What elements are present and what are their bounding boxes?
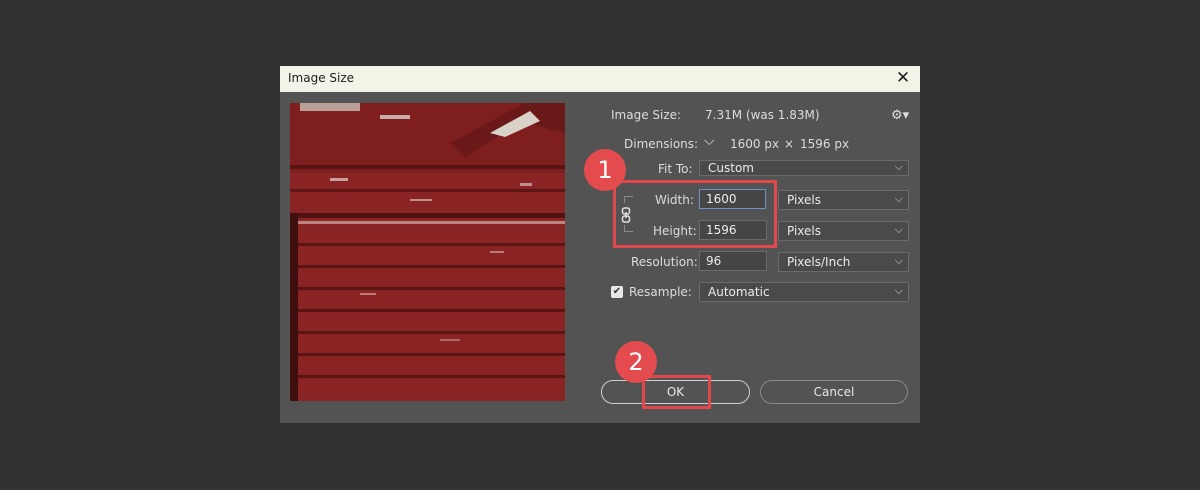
resolution-unit-select[interactable]: Pixels/Inch ⌵ [778, 252, 909, 272]
width-unit-select[interactable]: Pixels ⌵ [778, 190, 909, 210]
resolution-label: Resolution: [631, 255, 698, 269]
checkmark-icon: ✔ [612, 286, 622, 297]
image-preview[interactable] [290, 103, 565, 401]
callout-box-width-height [613, 180, 777, 248]
cancel-button[interactable]: Cancel [760, 380, 908, 404]
image-size-label: Image Size: [611, 108, 682, 122]
callout-box-ok [642, 375, 711, 409]
close-icon[interactable]: ✕ [892, 67, 914, 89]
resolution-input-value: 96 [706, 254, 722, 268]
height-unit-select[interactable]: Pixels ⌵ [778, 221, 909, 241]
resample-select[interactable]: Automatic ⌵ [699, 282, 909, 302]
chevron-down-icon: ⌵ [894, 254, 903, 267]
dialog-titlebar: Image Size ✕ [280, 66, 920, 92]
chevron-down-icon: ⌵ [894, 192, 903, 205]
callout-badge-2-number: 2 [628, 348, 644, 376]
chevron-down-icon: ⌵ [894, 284, 903, 297]
callout-badge-1-number: 1 [597, 156, 613, 184]
dimensions-chevron-icon[interactable]: ⌵ [704, 133, 715, 149]
resample-checkbox[interactable]: ✔ [611, 286, 623, 298]
fit-to-select[interactable]: Custom ⌵ [699, 160, 909, 176]
callout-badge-2: 2 [615, 341, 657, 383]
resample-value: Automatic [708, 285, 770, 299]
resolution-input[interactable]: 96 [699, 251, 767, 271]
height-unit-value: Pixels [787, 224, 822, 238]
dialog-title: Image Size [288, 71, 355, 85]
barn-wood-preview-image [290, 103, 565, 401]
dimensions-label: Dimensions: [624, 137, 699, 151]
fit-to-label: Fit To: [658, 162, 693, 176]
width-unit-value: Pixels [787, 193, 822, 207]
chevron-down-icon: ⌵ [894, 223, 903, 236]
cancel-button-label: Cancel [813, 385, 855, 399]
image-size-value: 7.31M (was 1.83M) [705, 108, 820, 122]
fit-to-value: Custom [708, 161, 754, 175]
dimensions-times: × [784, 137, 795, 151]
chevron-down-icon: ⌵ [894, 160, 903, 173]
dimensions-height-value: 1596 px [800, 137, 850, 151]
resample-label: Resample: [629, 285, 692, 299]
resolution-unit-value: Pixels/Inch [787, 255, 851, 269]
callout-badge-1: 1 [584, 149, 626, 191]
image-size-dialog: Image Size ✕ Image Size: 7.31M (was 1.83… [280, 66, 920, 423]
gear-icon[interactable]: ⚙▾ [891, 108, 909, 123]
dimensions-width-value: 1600 px [730, 137, 780, 151]
